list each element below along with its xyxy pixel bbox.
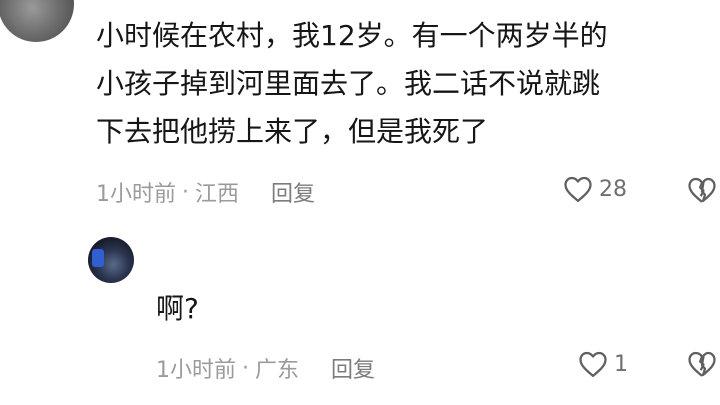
replier-avatar[interactable] (88, 237, 134, 283)
reply-meta: 1小时前 · 广东 回复 (156, 352, 375, 384)
comment-line: 小孩子掉到河里面去了。我二话不说就跳 (96, 67, 601, 100)
broken-heart-icon (688, 177, 716, 203)
comment-location: 江西 (195, 182, 240, 207)
reply-button[interactable]: 回复 (271, 176, 315, 208)
dislike-button[interactable] (687, 176, 717, 208)
like-count: 1 (614, 351, 628, 377)
heart-outline-icon (564, 176, 592, 202)
heart-outline-icon (579, 351, 607, 377)
reply-dislike-button[interactable] (687, 350, 717, 382)
comment-line: 下去把他捞上来了，但是我死了 (96, 115, 489, 148)
reply-button[interactable]: 回复 (331, 352, 375, 384)
like-button[interactable]: 28 (563, 175, 627, 203)
commenter-avatar[interactable] (0, 0, 74, 42)
broken-heart-icon (688, 351, 716, 377)
reply-time: 1小时前 (156, 358, 236, 383)
reply-location: 广东 (255, 358, 300, 383)
comment-time: 1小时前 (96, 182, 176, 207)
comment-line: 小时候在农村，我12岁。有一个两岁半的 (96, 19, 608, 52)
meta-separator: · (242, 355, 249, 381)
like-count: 28 (599, 176, 627, 202)
reply-like-button[interactable]: 1 (578, 350, 628, 378)
comment-meta: 1小时前 · 江西 回复 (96, 176, 315, 208)
reply-body: 啊? (156, 292, 199, 325)
meta-separator: · (182, 179, 189, 205)
comment-body: 小时候在农村，我12岁。有一个两岁半的 小孩子掉到河里面去了。我二话不说就跳 下… (96, 12, 716, 156)
